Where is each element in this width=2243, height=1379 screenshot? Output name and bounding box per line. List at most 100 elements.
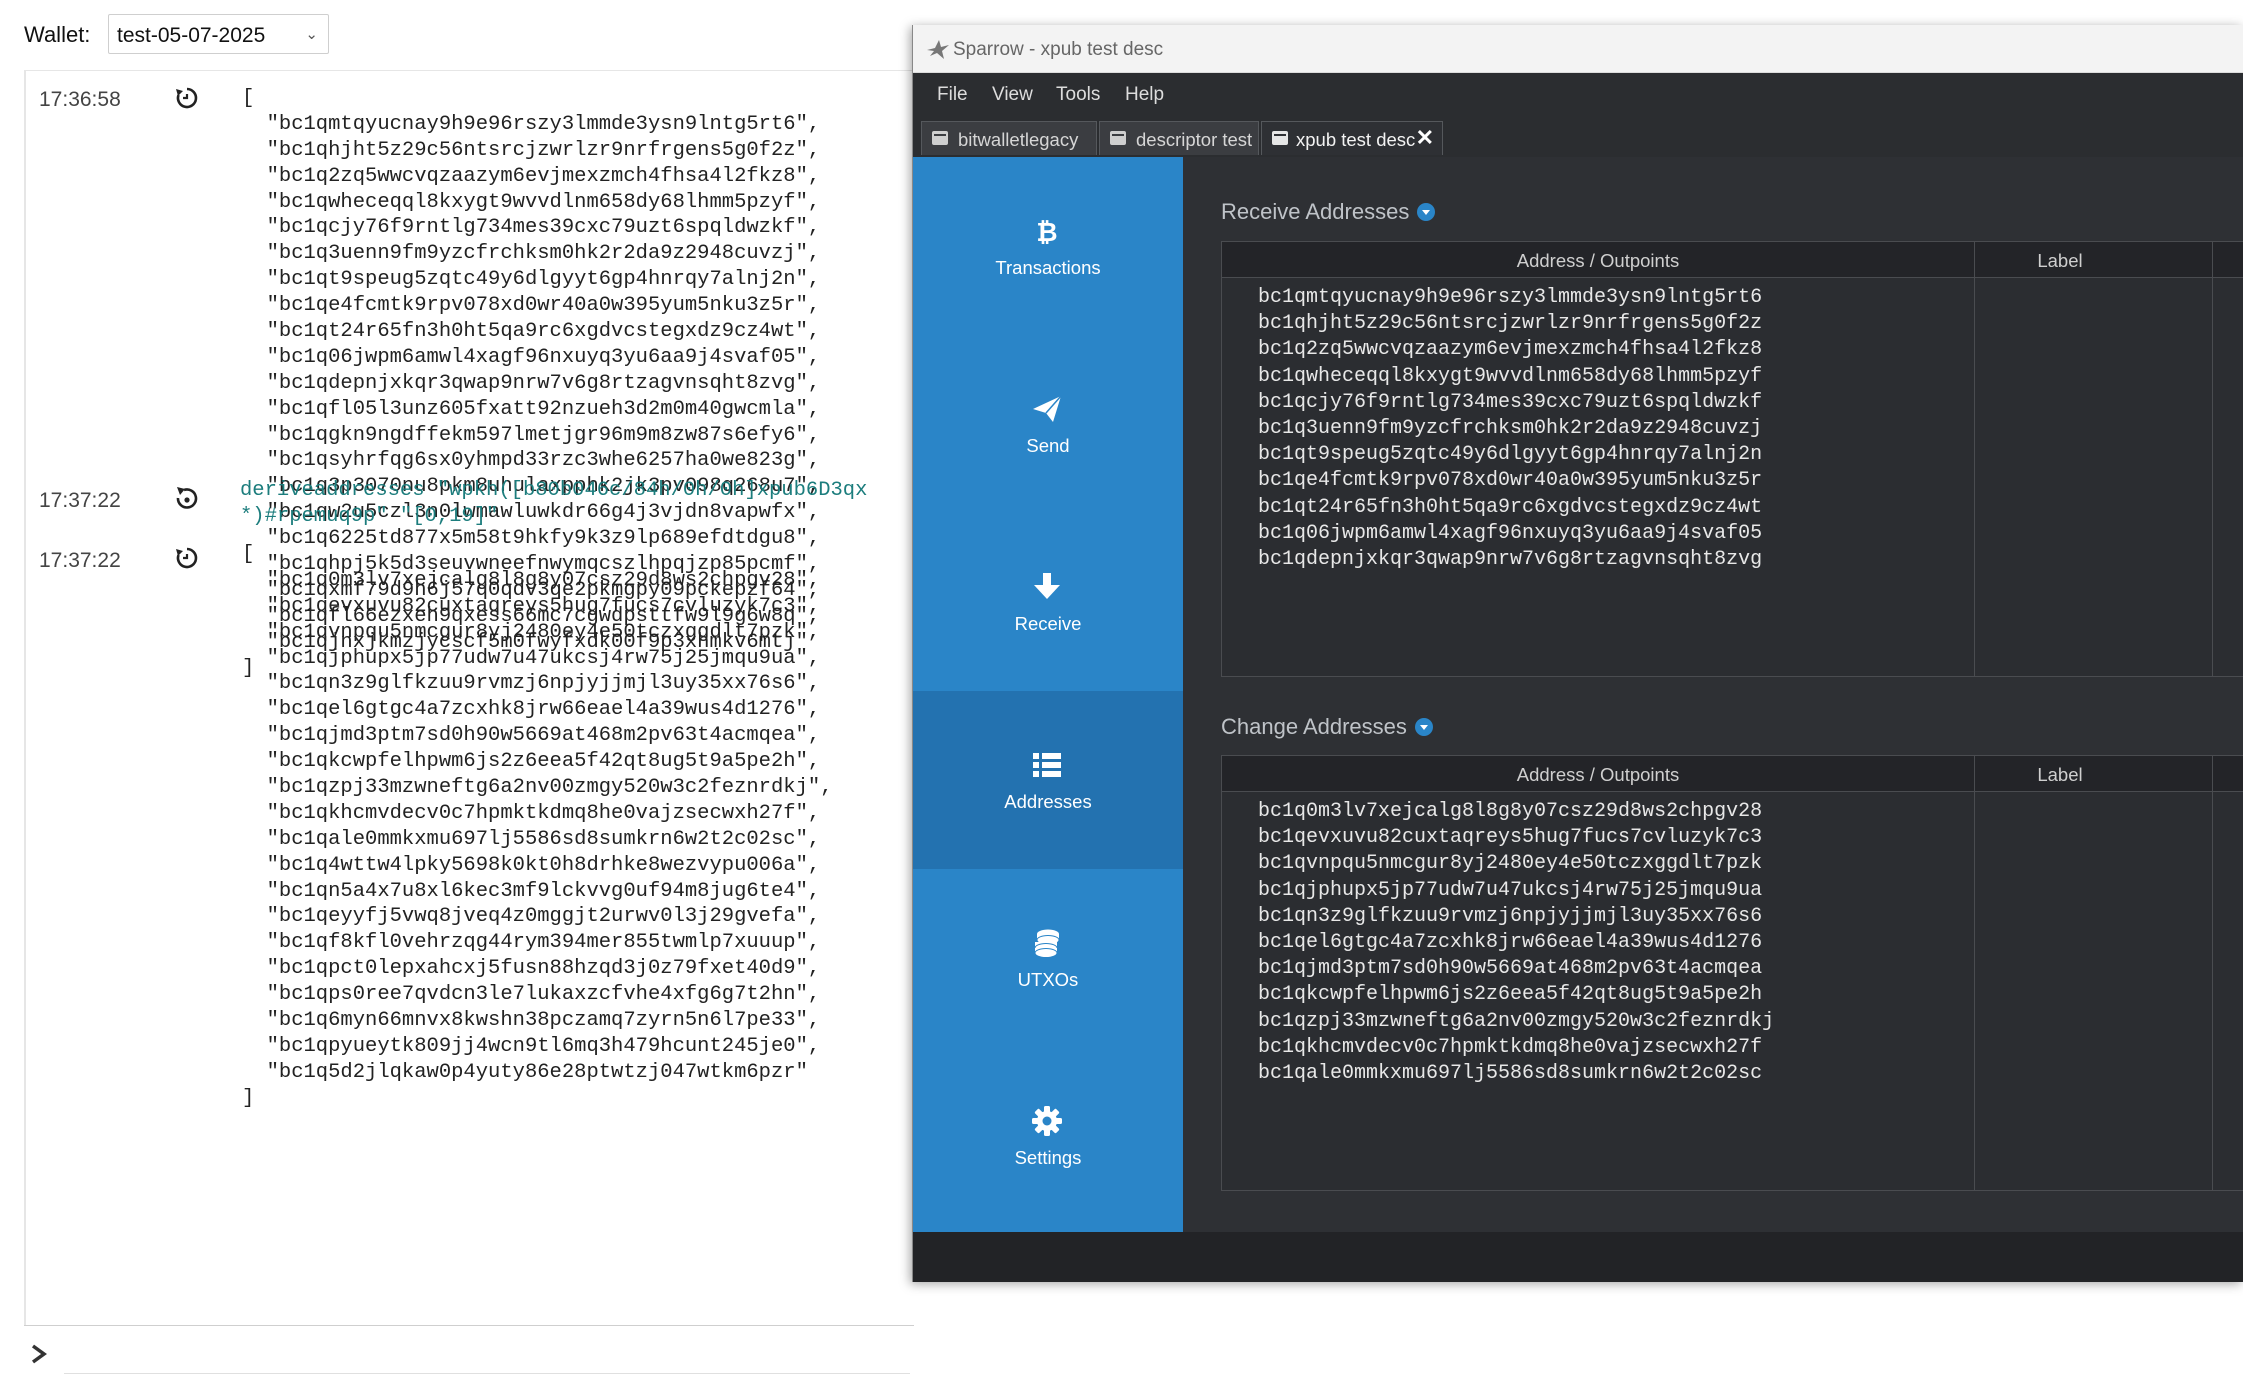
sparrow-window: Sparrow - xpub test desc File View Tools… [912,25,2243,1282]
sparrow-logo-icon [927,40,949,59]
wallet-icon [1272,131,1288,145]
entry-timestamp: 17:37:22 [39,549,121,572]
chevron-down-icon: ⌄ [305,26,318,43]
console-line: "bc1qale0mmkxmu697lj5586sd8sumkrn6w2t2c0… [242,827,821,851]
console-line: "bc1qpyueytk809jj4wcn9tl6mq3h479hcunt245… [242,1034,821,1058]
wallet-select[interactable]: test-05-07-2025 ⌄ [108,14,329,54]
console-line: "bc1qpct0lepxahcxj5fusn88hzqd3j0z79fxet4… [242,957,821,981]
sidebar-item-receive[interactable]: Receive [913,513,1183,691]
console-line: "bc1qfl05l3unz605fxatt92nzueh3d2m0m40gwc… [242,397,821,421]
column-header-label[interactable]: Label [1975,764,2145,786]
receive-addresses-table[interactable]: Address / Outpoints Label bc1qmtqyucnay9… [1221,241,2243,677]
change-addresses-table[interactable]: Address / Outpoints Label bc1q0m3lv7xejc… [1221,755,2243,1191]
menu-tools[interactable]: Tools [1056,84,1100,106]
wallet-bar: Wallet: test-05-07-2025 ⌄ [0,0,910,70]
address-cell: bc1qdepnjxkqr3qwap9nrw7v6g8rtzagvnsqht8z… [1258,548,1763,571]
entry-command: deriveaddresses "wpkh([b80b046c/84h/0h/0… [240,479,867,531]
console-gutter [24,71,26,1325]
section-title-text: Receive Addresses [1221,199,1410,224]
column-divider [2212,242,2213,277]
receive-addresses-title: Receive Addresses [1221,199,1436,225]
console-line: "bc1qhjht5z29c56ntsrcjzwrlzr9nrfrgens5g0… [242,138,821,162]
console-line: "bc1qgkn9ngdffekm597lmetjgr96m9m8zw87s6e… [242,423,821,447]
console-line: "bc1q2zq5wwcvqzaazym6evjmexzmch4fhsa4l2f… [242,164,821,188]
console-line: "bc1qel6gtgc4a7zcxhk8jrw66eael4a39wus4d1… [242,698,821,722]
svg-text:₿: ₿ [1036,218,1057,247]
column-header-address[interactable]: Address / Outpoints [1222,250,1974,272]
sidebar-item-settings[interactable]: Settings [913,1047,1183,1225]
table-row[interactable]: bc1qdepnjxkqr3qwap9nrw7v6g8rtzagvnsqht8z… [1222,542,2243,580]
command-line: *)#rpemuq9p" "[0,19]" [240,504,499,528]
status-bar [913,1232,2243,1282]
sidebar-item-label: Send [1026,435,1070,456]
wallet-icon [932,131,948,145]
entry-timestamp: 17:36:58 [39,88,121,111]
console-line: "bc1qzpj33mzwneftg6a2nv00zmgy520w3c2fezn… [242,776,833,800]
console-line: "bc1qe4fcmtk9rpv078xd0wr40a0w395yum5nku3… [242,294,821,318]
address-cell: bc1qale0mmkxmu697lj5586sd8sumkrn6w2t2c02… [1258,1062,1763,1085]
console-line: "bc1q5d2jlqkaw0p4yuty86e28ptwtzj047wtkm6… [242,1060,808,1084]
sidebar-item-send[interactable]: Send [913,335,1183,513]
result-icon [176,87,198,109]
bitcoin-icon: ₿ [1036,218,1057,247]
console-output[interactable]: 17:36:58 [ "bc1qmtqyucnay9h9e96rszy3lmmd… [24,70,914,1325]
chevron-down-icon[interactable] [1417,203,1436,221]
console-line: [ [242,543,255,566]
console-prompt [0,1326,910,1379]
console-line: "bc1qdepnjxkqr3qwap9nrw7v6g8rtzagvnsqht8… [242,371,821,395]
console-line: "bc1qps0ree7qvdcn3le7lukaxzcfvhe4xfg6g7t… [242,983,821,1007]
console-line: "bc1qcjy76f9rntlg734mes39cxc79uzt6spqldw… [242,216,821,240]
sidebar-item-utxos[interactable]: UTXOs [913,869,1183,1047]
console-line: "bc1qt24r65fn3h0ht5qa9rc6xgdvcstegxdz9cz… [242,320,821,344]
console-command-input[interactable] [64,1332,910,1374]
console-line: "bc1qkcwpfelhpwm6js2z6eea5f42qt8ug5t9a5p… [242,750,821,774]
menu-view[interactable]: View [992,84,1033,106]
chevron-right-icon [31,1344,47,1364]
entry-result: [ "bc1q0m3lv7xejcalg8l8g8y07csz29d8ws2ch… [242,543,833,1113]
sidebar: ₿ Transactions Send Receive Addresses UT… [913,157,1183,1232]
console-line: "bc1qvnpqu5nmcgur8yj2480ey4e50tczxggdlt7… [242,620,821,644]
console-line: "bc1qsyhrfqg6sx0yhmpd33rzc3whe6257ha0we8… [242,449,821,473]
console-line: "bc1qwheceqql8kxygt9wvvdlnm658dy68lhmm5p… [242,190,821,214]
sidebar-item-addresses[interactable]: Addresses [913,691,1183,869]
console-line: "bc1qeyyfj5vwq8jveq4z0mggjt2urwv0l3j29gv… [242,905,821,929]
console-line: "bc1qjmd3ptm7sd0h90w5669at468m2pv63t4acm… [242,724,821,748]
sidebar-item-label: Settings [1014,1147,1082,1168]
tab-bitwalletlegacy[interactable]: bitwalletlegacy [921,121,1097,155]
console-line: "bc1qmtqyucnay9h9e96rszy3lmmde3ysn9lntg5… [242,112,821,136]
chevron-down-icon[interactable] [1414,718,1433,736]
wallet-icon [1110,131,1126,145]
receive-icon [1034,573,1060,599]
console-line: "bc1qf8kfl0vehrzqg44rym394mer855twmlp7xu… [242,931,821,955]
sidebar-item-label: Addresses [1004,791,1092,812]
tab-label: xpub test desc [1296,129,1416,150]
close-icon[interactable]: ✕ [1416,125,1434,151]
console-line: "bc1qn3z9glfkzuu9rvmzj6npjyjjmjl3uy35xx7… [242,672,821,696]
console-line: [ [242,87,255,110]
console-line: "bc1q6myn66mnvx8kwshn38pczamq7zyrn5n6l7p… [242,1009,821,1033]
table-row[interactable]: bc1qale0mmkxmu697lj5586sd8sumkrn6w2t2c02… [1222,1056,2243,1094]
wallet-select-value: test-05-07-2025 [117,24,266,47]
console-line: "bc1q06jwpm6amwl4xagf96nxuyq3yu6aa9j4sva… [242,345,821,369]
menu-help[interactable]: Help [1125,84,1164,106]
gear-icon [1032,1106,1062,1136]
console-line: "bc1qt9speug5zqtc49y6dlgyyt6gp4hnrqy7aln… [242,268,821,292]
command-line: deriveaddresses "wpkh([b80b046c/84h/0h/0… [240,479,868,502]
console-line: "bc1qjphupx5jp77udw7u47ukcsj4rw75j25jmqu… [242,646,821,670]
console-line: ] [242,1086,255,1110]
console-line: "bc1qn5a4x7u8xl6kec3mf9lckvvg0uf94m8jug6… [242,879,821,903]
wallet-label: Wallet: [24,22,91,47]
column-header-address[interactable]: Address / Outpoints [1222,764,1974,786]
sidebar-item-transactions[interactable]: ₿ Transactions [913,157,1183,335]
title-bar[interactable]: Sparrow - xpub test desc [913,25,2243,73]
column-header-label[interactable]: Label [1975,250,2145,272]
section-title-text: Change Addresses [1221,714,1407,739]
sidebar-item-label: Transactions [995,257,1101,278]
console-line: "bc1q4wttw4lpky5698k0kt0h8drhke8wezvypu0… [242,853,821,877]
tab-descriptor-test[interactable]: descriptor test [1099,121,1259,155]
tab-xpub-test-desc[interactable]: xpub test desc ✕ [1261,121,1443,155]
menu-file[interactable]: File [937,84,968,106]
menu-bar: File View Tools Help [913,73,2243,117]
console-line: "bc1q0m3lv7xejcalg8l8g8y07csz29d8ws2chpg… [242,568,821,592]
tab-label: bitwalletlegacy [958,129,1079,150]
